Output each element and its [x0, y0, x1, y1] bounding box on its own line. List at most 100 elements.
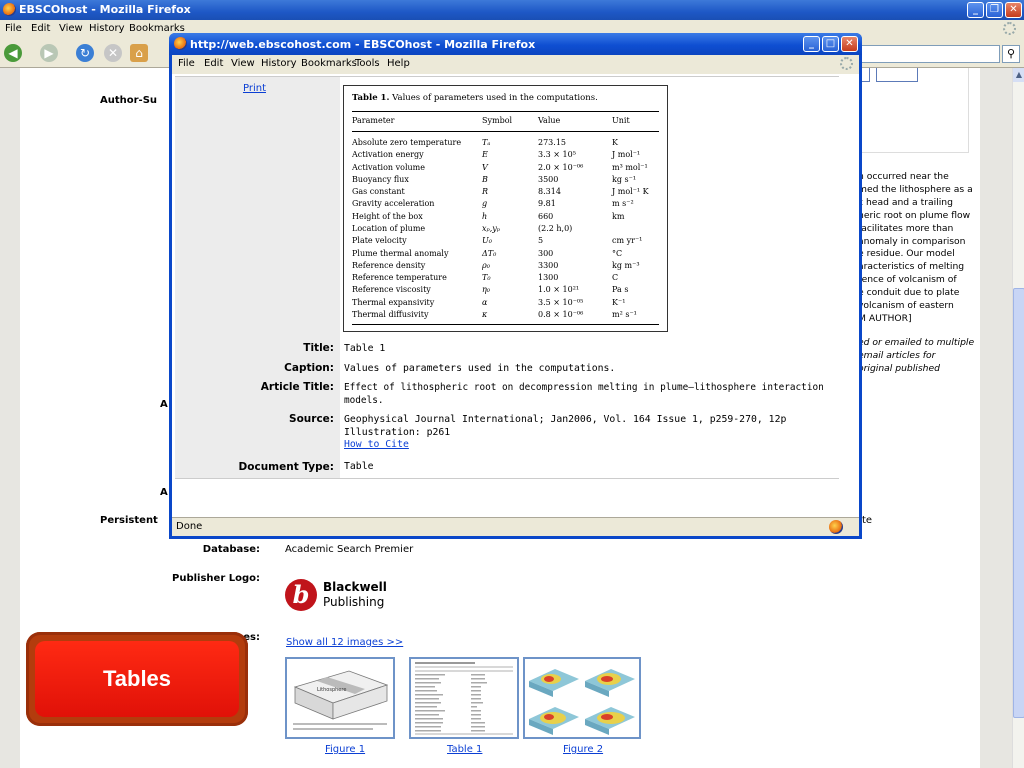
menu-file[interactable]: File: [5, 23, 22, 34]
cell-value: 1300: [538, 273, 559, 283]
figure-1-thumbnail[interactable]: Lithosphere: [285, 657, 395, 739]
popup-maximize-button[interactable]: □: [822, 36, 839, 52]
cell-value: 0.8 × 10⁻⁰⁶: [538, 308, 612, 326]
cell-value: 300: [538, 248, 554, 258]
forward-arrow-icon[interactable]: ▶: [40, 44, 58, 62]
menu-edit[interactable]: Edit: [31, 23, 50, 34]
minimize-button[interactable]: _: [967, 2, 984, 18]
detail-row-image: Print Table 1. Values of parameters used…: [175, 77, 839, 340]
table-image-caption: Table 1. Values of parameters used in th…: [352, 92, 659, 105]
detail-row-article-title: Article Title: Effect of lithospheric ro…: [175, 378, 839, 411]
table-row: Height of the box h 660 km: [352, 210, 659, 222]
col-unit: Unit: [612, 110, 659, 132]
background-window-title: EBSCOhost - Mozilla Firefox: [19, 3, 191, 16]
cell-parameter: Reference density: [352, 260, 426, 270]
cell-value: 2.0 × 10⁻⁰⁶: [538, 162, 584, 172]
cell-value: 3.3 × 10⁵: [538, 150, 576, 160]
firefox-icon: [174, 37, 187, 50]
background-window-titlebar[interactable]: EBSCOhost - Mozilla Firefox _ ❐ ✕: [0, 0, 1024, 20]
popup-menu-view[interactable]: View: [231, 58, 255, 69]
menu-history[interactable]: History: [89, 23, 125, 34]
stop-icon[interactable]: ✕: [104, 44, 122, 62]
table-1-link[interactable]: Table 1: [447, 744, 482, 755]
close-button[interactable]: ✕: [1005, 2, 1022, 18]
popup-close-button[interactable]: ✕: [841, 36, 858, 52]
cell-unit: K⁻¹: [612, 297, 626, 307]
publisher-name-line2: Publishing: [323, 595, 385, 609]
database-value: Academic Search Premier: [285, 544, 414, 555]
cell-unit: J mol⁻¹ K: [612, 187, 649, 197]
cell-symbol: Tₐ: [482, 138, 491, 147]
persistent-link-label: Persistent: [100, 515, 158, 526]
side-panel-box: [857, 68, 969, 153]
cell-symbol: B: [482, 174, 488, 184]
cell-unit: J mol⁻¹: [612, 150, 641, 160]
popup-menu-help[interactable]: Help: [387, 58, 410, 69]
detail-row-caption: Caption: Values of parameters used in th…: [175, 358, 839, 379]
home-icon[interactable]: ⌂: [130, 44, 148, 62]
popup-menu-tools[interactable]: Tools: [355, 58, 380, 69]
article-title-label: Article Title:: [175, 378, 340, 411]
detail-row-document-type: Document Type: Table: [175, 454, 839, 479]
publisher-logo: b Blackwell Publishing: [285, 579, 387, 611]
menu-view[interactable]: View: [59, 23, 83, 34]
table-row: Location of plume xₚ,yₚ (2.2 h,0): [352, 222, 659, 234]
figure-1-link[interactable]: Figure 1: [325, 744, 365, 755]
back-arrow-icon[interactable]: ◀: [4, 44, 22, 62]
background-scrollbar[interactable]: ▲: [1012, 68, 1024, 768]
popup-menu-edit[interactable]: Edit: [204, 58, 223, 69]
popup-statusbar: Done: [172, 517, 859, 536]
abstract-line: aracteristics of melting: [858, 261, 965, 273]
figure-2-thumbnail[interactable]: [523, 657, 641, 739]
cell-parameter: Activation energy: [352, 150, 424, 160]
tables-overlay-badge: Tables: [26, 632, 248, 726]
cell-value: 5: [538, 236, 544, 246]
reload-icon[interactable]: ↻: [76, 44, 94, 62]
popup-minimize-button[interactable]: _: [803, 36, 820, 52]
figure-2-link[interactable]: Figure 2: [563, 744, 603, 755]
source-label: Source:: [175, 410, 340, 455]
cell-symbol: E: [482, 150, 488, 160]
scroll-up-icon[interactable]: ▲: [1013, 68, 1024, 82]
popup-titlebar[interactable]: http://web.ebscohost.com - EBSCOhost - M…: [169, 33, 862, 55]
cell-parameter: Gas constant: [352, 187, 405, 197]
show-all-images-link[interactable]: Show all 12 images >>: [286, 637, 403, 648]
popup-menu-bookmarks[interactable]: Bookmarks: [301, 58, 357, 69]
url-bar[interactable]: [856, 45, 1000, 63]
article-title-value: Effect of lithospheric root on decompres…: [344, 382, 824, 406]
table-row: Reference temperature T₀ 1300 C: [352, 272, 659, 284]
caption-value: Values of parameters used in the computa…: [344, 362, 616, 374]
cell-unit: K: [612, 138, 618, 147]
cell-unit: m s⁻²: [612, 199, 634, 209]
abstract-line: n occurred near the: [858, 171, 949, 182]
popup-menu-history[interactable]: History: [261, 58, 297, 69]
popup-window: http://web.ebscohost.com - EBSCOhost - M…: [169, 33, 862, 539]
publisher-logo-label: Publisher Logo:: [172, 573, 260, 584]
author-supplied-label: Author-Su: [100, 95, 158, 106]
parameters-table: Parameter Symbol Value Unit Absolute zer…: [352, 110, 659, 326]
search-icon[interactable]: ⚲: [1002, 45, 1020, 63]
table-row: Gravity acceleration g 9.81 m s⁻²: [352, 198, 659, 210]
document-type-label: Document Type:: [175, 454, 340, 478]
how-to-cite-link[interactable]: How to Cite: [344, 439, 409, 450]
print-link[interactable]: Print: [243, 83, 266, 94]
scrollbar-thumb[interactable]: [1013, 288, 1024, 718]
cell-symbol: R: [482, 187, 489, 197]
table-row: Thermal expansivity α 3.5 × 10⁻⁰⁵ K⁻¹: [352, 296, 659, 308]
popup-menu-file[interactable]: File: [178, 58, 195, 69]
cell-parameter: Thermal expansivity: [352, 297, 435, 307]
illustration-value: Illustration: p261: [344, 426, 451, 438]
cell-symbol: V: [482, 162, 488, 172]
restore-button[interactable]: ❐: [986, 2, 1003, 18]
table-image-cell: Table 1. Values of parameters used in th…: [340, 77, 839, 339]
throbber-icon: [1003, 22, 1016, 35]
table-row: Plate velocity U₀ 5 cm yr⁻¹: [352, 235, 659, 247]
cell-parameter: Buoyancy flux: [352, 174, 409, 184]
cell-value: 273.15: [538, 138, 566, 147]
cell-symbol: g: [482, 199, 488, 209]
cell-value: 1.0 × 10²¹: [538, 285, 580, 295]
table-1-thumbnail[interactable]: [409, 657, 519, 739]
print-cell: Print: [175, 77, 340, 340]
abstract-line: c head and a trailing: [858, 196, 953, 208]
note-line: original published: [858, 362, 940, 374]
